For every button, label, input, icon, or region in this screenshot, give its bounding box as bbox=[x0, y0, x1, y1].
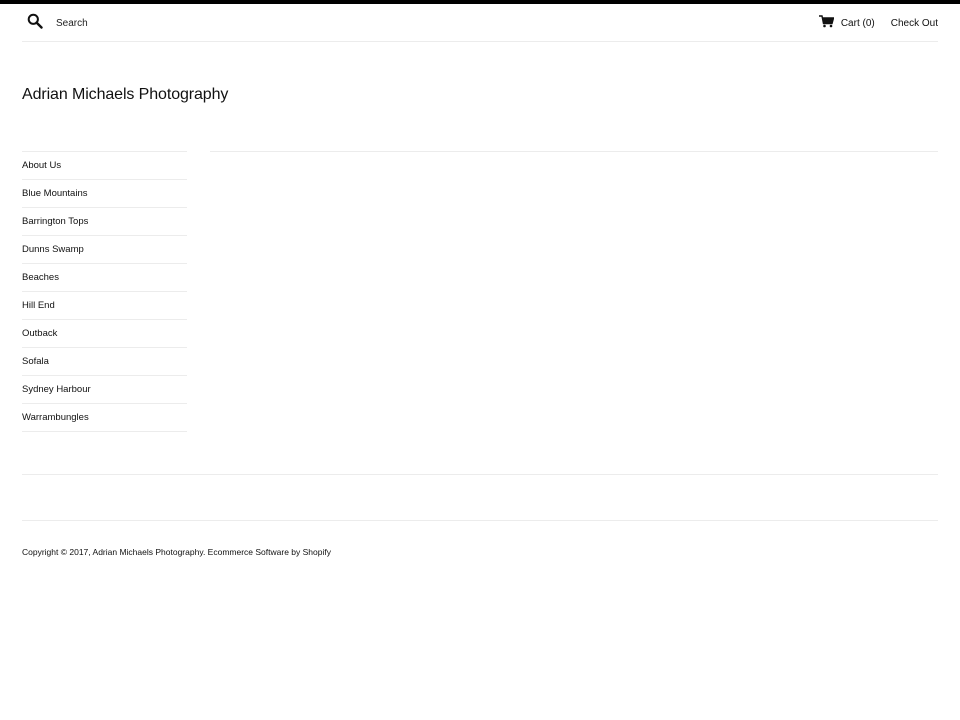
site-title[interactable]: Adrian Michaels Photography bbox=[22, 86, 228, 104]
cart-icon bbox=[818, 15, 841, 31]
sidebar-item-sofala[interactable]: Sofala bbox=[22, 348, 187, 376]
copyright-site-link[interactable]: Adrian Michaels Photography bbox=[93, 547, 203, 557]
search-input[interactable] bbox=[56, 18, 256, 29]
cart-link[interactable]: Cart (0) bbox=[818, 15, 875, 31]
sidebar-item-hill-end[interactable]: Hill End bbox=[22, 292, 187, 320]
checkout-link[interactable]: Check Out bbox=[891, 18, 938, 29]
sidebar-item-blue-mountains[interactable]: Blue Mountains bbox=[22, 180, 187, 208]
copyright: Copyright © 2017, Adrian Michaels Photog… bbox=[22, 547, 331, 557]
search-form bbox=[27, 13, 256, 34]
top-bar: Cart (0) Check Out bbox=[22, 4, 938, 42]
sidebar-nav: About Us Blue Mountains Barrington Tops … bbox=[22, 151, 187, 432]
sidebar-item-beaches[interactable]: Beaches bbox=[22, 264, 187, 292]
cart-label: Cart bbox=[840, 17, 860, 29]
sidebar-item-outback[interactable]: Outback bbox=[22, 320, 187, 348]
search-icon[interactable] bbox=[27, 13, 43, 34]
shopify-link[interactable]: Ecommerce Software by Shopify bbox=[208, 547, 331, 557]
sidebar-item-warrambungles[interactable]: Warrambungles bbox=[22, 404, 187, 432]
content-divider bbox=[210, 151, 938, 152]
sidebar-item-sydney-harbour[interactable]: Sydney Harbour bbox=[22, 376, 187, 404]
sidebar-item-dunns-swamp[interactable]: Dunns Swamp bbox=[22, 236, 187, 264]
footer-divider-bottom bbox=[22, 520, 938, 521]
sidebar-item-barrington-tops[interactable]: Barrington Tops bbox=[22, 208, 187, 236]
footer-divider-top bbox=[22, 474, 938, 475]
sidebar-item-about-us[interactable]: About Us bbox=[22, 152, 187, 180]
cart-count: (0) bbox=[862, 17, 875, 29]
copyright-text: Copyright © 2017, bbox=[22, 547, 93, 557]
cart-area: Cart (0) Check Out bbox=[818, 15, 938, 31]
